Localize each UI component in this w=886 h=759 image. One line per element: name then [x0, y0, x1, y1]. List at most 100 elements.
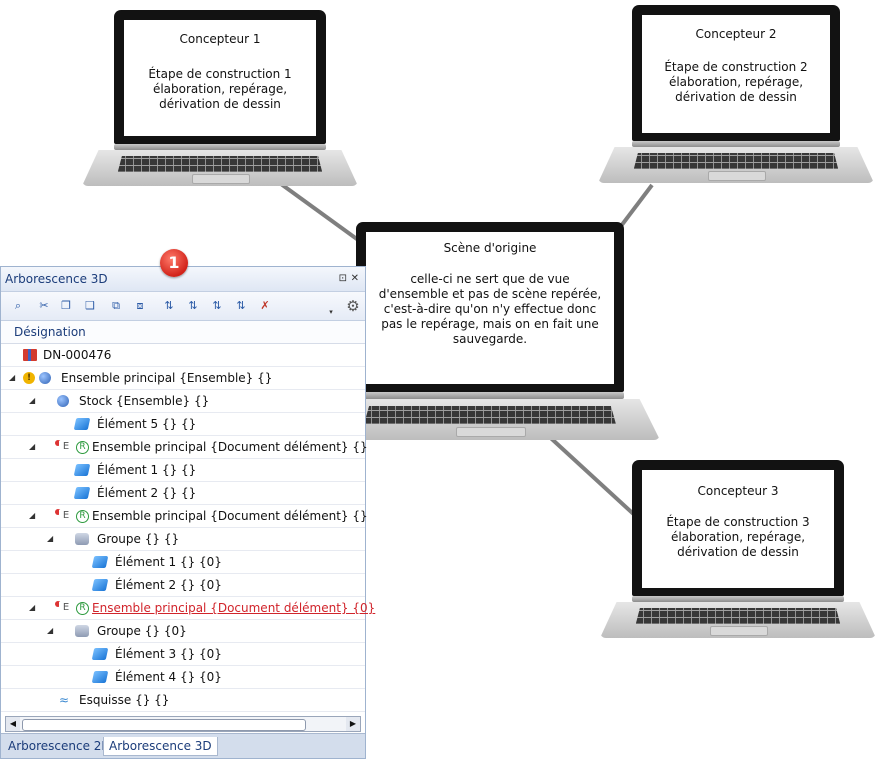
tree-row[interactable]: ≈ Esquisse {} {} [1, 689, 365, 712]
tree-row[interactable]: DN-000476 [1, 344, 365, 367]
tree-row[interactable]: Élément 4 {} {0} [1, 666, 365, 689]
paste-icon[interactable]: ❑ [82, 298, 98, 314]
tree-row[interactable]: ◢ E R Ensemble principal {Document délém… [1, 505, 368, 528]
tree-row-label: Ensemble principal {Document délément} {… [92, 440, 368, 454]
keyboard [364, 405, 616, 424]
scroll-left-icon[interactable]: ◀ [6, 717, 20, 731]
laptop-lid: Scène d'origine celle-ci ne sert que de … [356, 222, 624, 392]
sort-1-icon[interactable]: ⇅ [161, 298, 177, 314]
tree-row[interactable]: ◢ Stock {Ensemble} {} [1, 390, 365, 413]
laptop-screen: Concepteur 3 Étape de construction 3 éla… [642, 470, 834, 588]
tree-row-label-error: Ensemble principal {Document délément} {… [92, 601, 376, 615]
scroll-right-icon[interactable]: ▶ [346, 717, 360, 731]
expand-triangle-icon[interactable]: ◢ [29, 436, 35, 458]
sort-4-icon[interactable]: ⇅ [233, 298, 249, 314]
tree-row-label: Élément 3 {} {0} [115, 647, 222, 661]
keyboard [635, 607, 841, 624]
tree-row[interactable]: Élément 2 {} {0} [1, 574, 365, 597]
expand-triangle-icon[interactable]: ◢ [9, 367, 15, 389]
touchpad [708, 171, 766, 181]
sort-2-icon[interactable]: ⇅ [185, 298, 201, 314]
panel-tabs: Arborescence 2D Arborescence 3D [1, 733, 365, 758]
expand-triangle-icon[interactable]: ◢ [29, 505, 35, 527]
part-icon [73, 464, 91, 476]
gear-icon[interactable]: ⚙ [345, 298, 361, 314]
sketch-icon: ≈ [58, 693, 70, 707]
tree-row[interactable]: Élément 3 {} {0} [1, 643, 365, 666]
tree-row[interactable]: Élément 5 {} {} [1, 413, 365, 436]
laptop-screen: Scène d'origine celle-ci ne sert que de … [366, 232, 614, 384]
tree-row[interactable]: ◢ ! Ensemble principal {Ensemble} {} [1, 367, 365, 390]
screen-title: Concepteur 3 [697, 484, 779, 498]
assembly-icon [57, 395, 69, 407]
tree-row[interactable]: ◢ Groupe {} {0} [1, 620, 365, 643]
group-icon [75, 533, 89, 545]
panel-title: Arborescence 3D [5, 272, 108, 286]
tree-row[interactable]: ◢ E R Ensemble principal {Document délém… [1, 436, 368, 459]
tree-row-label: Élément 2 {} {0} [115, 578, 222, 592]
tree-row-label: Ensemble principal {Document délément} {… [92, 509, 368, 523]
screen-body: Étape de construction 3 élaboration, rep… [666, 515, 810, 559]
laptop-scene-origine: Scène d'origine celle-ci ne sert que de … [320, 222, 660, 440]
laptop-screen: Concepteur 1 Étape de construction 1 éla… [124, 20, 316, 136]
expand-triangle-icon[interactable]: ◢ [29, 597, 35, 619]
tree-row-label: Élément 2 {} {} [97, 486, 197, 500]
pin-icon[interactable]: ⊡ [339, 267, 347, 291]
group-icon [75, 625, 89, 637]
expand-triangle-icon[interactable]: ◢ [47, 528, 53, 550]
expand-triangle-icon[interactable]: ◢ [47, 620, 53, 642]
copy-icon[interactable]: ❐ [58, 298, 74, 314]
cut-icon[interactable]: ✂ [36, 298, 52, 314]
touchpad [710, 626, 768, 636]
screen-body: Étape de construction 2 élaboration, rep… [664, 60, 808, 104]
laptop-keyboard-deck [82, 150, 358, 186]
laptop-lid: Concepteur 1 Étape de construction 1 éla… [114, 10, 326, 144]
tree-row-label: Ensemble principal {Ensemble} {} [61, 371, 273, 385]
laptop-lid: Concepteur 3 Étape de construction 3 éla… [632, 460, 844, 596]
screen-title: Scène d'origine [443, 241, 537, 255]
sort-3-icon[interactable]: ⇅ [209, 298, 225, 314]
laptop-keyboard-deck [600, 602, 876, 638]
tab-arborescence-3d[interactable]: Arborescence 3D [103, 737, 218, 756]
registered-icon: R [76, 441, 89, 454]
column-header-designation[interactable]: Désignation [1, 321, 365, 344]
tree-row-label: Stock {Ensemble} {} [79, 394, 210, 408]
delete-doc-icon[interactable]: ⧈ [132, 298, 148, 314]
tab-arborescence-2d[interactable]: Arborescence 2D [3, 737, 116, 755]
registered-icon: R [76, 510, 89, 523]
screen-body: celle-ci ne sert que de vue d'ensemble e… [378, 272, 602, 346]
part-icon [91, 671, 109, 683]
tree-row[interactable]: Élément 2 {} {} [1, 482, 365, 505]
tree-row-label: Élément 1 {} {} [97, 463, 197, 477]
laptop-keyboard-deck [320, 399, 660, 440]
remove-filter-icon[interactable]: ✗ [257, 298, 273, 314]
tree-row-label: Élément 4 {} {0} [115, 670, 222, 684]
tree-row-label: DN-000476 [43, 348, 112, 362]
tree-row-label: Groupe {} {} [97, 532, 180, 546]
step-number-badge: 1 [160, 249, 188, 277]
tree-row[interactable]: Élément 1 {} {0} [1, 551, 365, 574]
expand-triangle-icon[interactable]: ◢ [29, 390, 35, 412]
paste-special-icon[interactable]: ⧉ [108, 298, 124, 314]
part-icon [91, 556, 109, 568]
tree-row[interactable]: Élément 1 {} {} [1, 459, 365, 482]
panel-toolbar: ⌕ ✂ ❐ ❑ ⧉ ⧈ ⇅ ⇅ ⇅ ⇅ ✗ ▾ ⚙ [1, 292, 365, 321]
close-icon[interactable]: ✕ [351, 267, 359, 291]
tree-row[interactable]: ◢ Groupe {} {} [1, 528, 365, 551]
horizontal-scrollbar[interactable]: ◀ ▶ [5, 716, 361, 732]
laptop-concepteur-3: Concepteur 3 Étape de construction 3 éla… [600, 460, 876, 638]
tree-row[interactable]: ◢ E R Ensemble principal {Document délém… [1, 597, 375, 620]
screen-title: Concepteur 2 [695, 27, 777, 41]
scroll-thumb[interactable] [22, 719, 306, 731]
laptop-hinge [632, 596, 844, 602]
laptop-lid: Concepteur 2 Étape de construction 2 éla… [632, 5, 840, 141]
toolbar-dropdown-icon[interactable]: ▾ [323, 304, 339, 320]
document-icon [23, 349, 37, 361]
tree-panel-3d: Arborescence 3D ⊡ ✕ ⌕ ✂ ❐ ❑ ⧉ ⧈ ⇅ ⇅ ⇅ ⇅ … [0, 266, 375, 759]
part-icon [73, 487, 91, 499]
search-icon[interactable]: ⌕ [10, 298, 26, 314]
laptop-screen: Concepteur 2 Étape de construction 2 éla… [642, 15, 830, 133]
document-element-icon: E [59, 441, 73, 453]
touchpad [456, 426, 526, 438]
tree-row-label: Élément 1 {} {0} [115, 555, 222, 569]
